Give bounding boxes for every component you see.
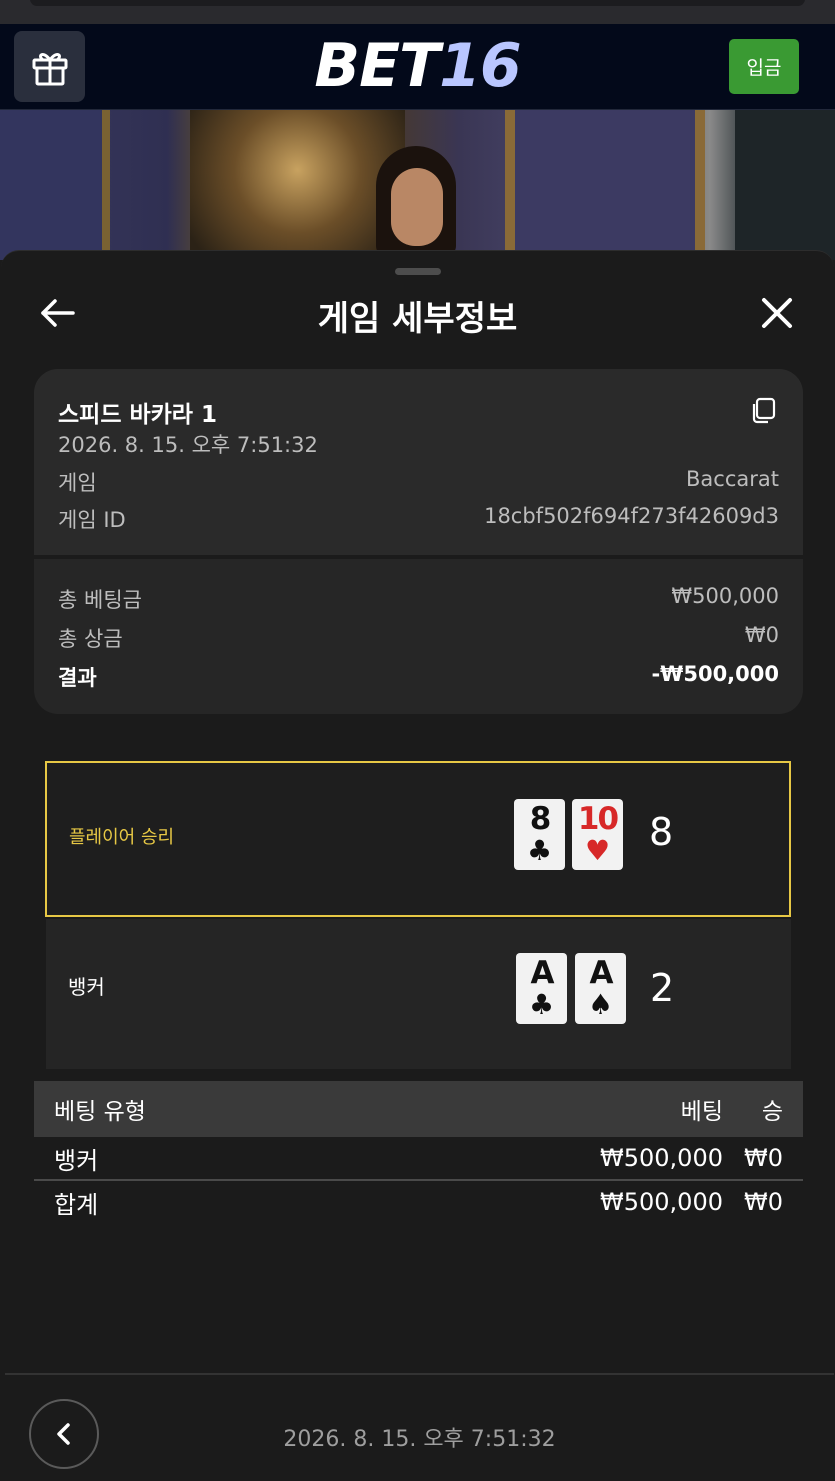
banker-label: 뱅커 xyxy=(68,975,105,999)
game-details-sheet: 게임 세부정보 스피드 바카라 1 2026. 8. 15. 오후 7:51:3… xyxy=(1,250,834,1481)
game-id-label: 게임 ID xyxy=(58,508,126,532)
sheet-footer: 2026. 8. 15. 오후 7:51:32 xyxy=(5,1373,834,1481)
game-id-value: 18cbf502f694f273f42609d3 xyxy=(484,504,779,528)
total-win-row: 총 상금 ₩0 xyxy=(58,623,779,653)
result-value: -₩500,000 xyxy=(651,662,779,686)
game-id-row: 게임 ID 18cbf502f694f273f42609d3 xyxy=(58,504,779,534)
bet16-logo[interactable]: BET16 xyxy=(0,34,835,98)
live-stream-video xyxy=(0,110,835,260)
game-info-card: 스피드 바카라 1 2026. 8. 15. 오후 7:51:32 게임 Bac… xyxy=(34,369,803,714)
player-hand: 플레이어 승리 8 ♣ 10 ♥ 8 xyxy=(45,761,791,917)
col-win: 승 xyxy=(761,1099,783,1125)
player-score: 8 xyxy=(649,810,674,854)
game-type-label: 게임 xyxy=(58,471,97,495)
total-bet-value: ₩500,000 xyxy=(671,584,779,608)
playing-card: 8 ♣ xyxy=(514,799,565,870)
game-type-row: 게임 Baccarat xyxy=(58,467,779,497)
col-bet: 베팅 xyxy=(680,1099,723,1125)
total-bet-row: 총 베팅금 ₩500,000 xyxy=(58,584,779,614)
playing-card: 10 ♥ xyxy=(572,799,623,870)
table-total-row: 합계 ₩500,000 ₩0 xyxy=(54,1188,783,1219)
total-bet-label: 총 베팅금 xyxy=(58,588,142,612)
total-win-value: ₩0 xyxy=(744,623,779,647)
sheet-drag-handle[interactable] xyxy=(395,268,441,275)
col-bet-type: 베팅 유형 xyxy=(54,1099,146,1125)
banker-score: 2 xyxy=(650,966,675,1010)
game-name: 스피드 바카라 1 xyxy=(58,402,217,428)
game-type-value: Baccarat xyxy=(686,467,779,491)
result-row: 결과 -₩500,000 xyxy=(58,662,779,692)
result-label: 결과 xyxy=(58,666,97,690)
bet-table: 베팅 유형 베팅 승 뱅커 ₩500,000 ₩0 합계 ₩500,000 ₩0 xyxy=(34,1081,803,1223)
total-win-label: 총 상금 xyxy=(58,627,123,651)
close-icon[interactable] xyxy=(759,295,795,331)
app-header: BET16 입금 xyxy=(0,24,835,110)
playing-card: A ♠ xyxy=(575,953,626,1024)
bet-table-header: 베팅 유형 베팅 승 xyxy=(34,1081,803,1137)
address-bar xyxy=(30,0,805,6)
player-result-label: 플레이어 승리 xyxy=(69,827,175,848)
banker-hand: 뱅커 A ♣ A ♠ 2 xyxy=(46,919,791,1069)
sheet-title: 게임 세부정보 xyxy=(317,299,518,339)
playing-card: A ♣ xyxy=(516,953,567,1024)
dealer-image xyxy=(376,146,456,260)
copy-icon[interactable] xyxy=(750,397,776,425)
deposit-button[interactable]: 입금 xyxy=(729,39,799,94)
table-row: 뱅커 ₩500,000 ₩0 xyxy=(54,1144,783,1175)
footer-datetime: 2026. 8. 15. 오후 7:51:32 xyxy=(283,1427,556,1452)
game-datetime: 2026. 8. 15. 오후 7:51:32 xyxy=(58,433,318,457)
browser-top-strip xyxy=(0,0,835,24)
